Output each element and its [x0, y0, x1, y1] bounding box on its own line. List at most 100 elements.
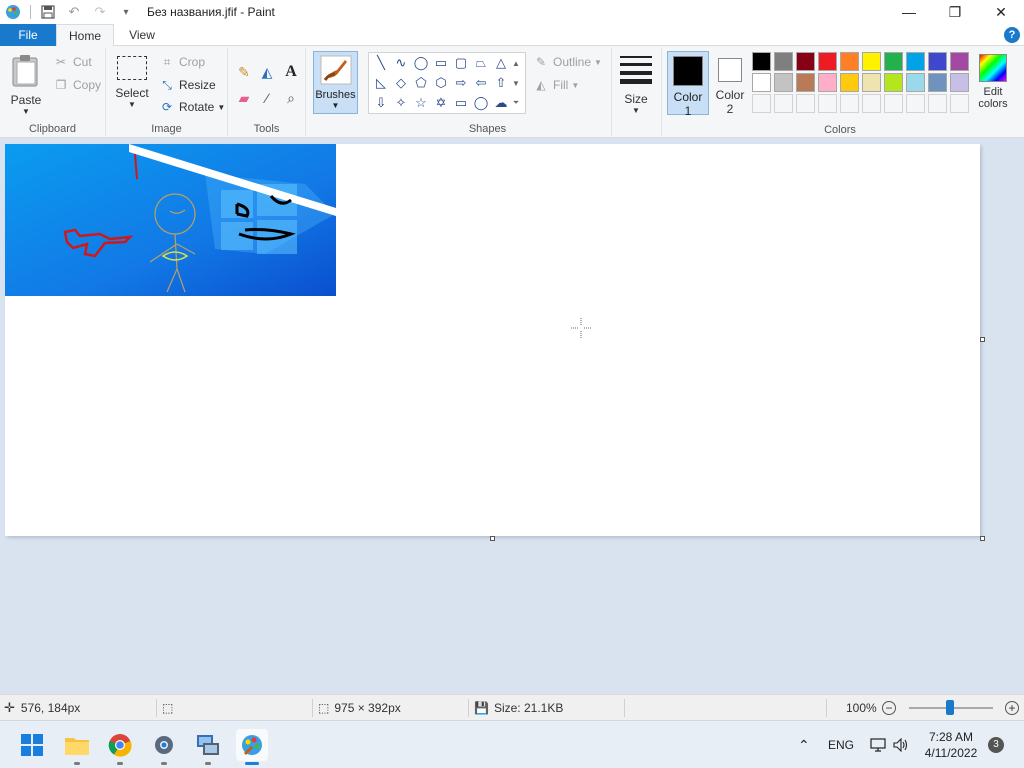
four-point-star-shape-icon[interactable]: ✧	[391, 93, 411, 113]
network-icon[interactable]	[870, 721, 886, 768]
pasted-image[interactable]	[5, 144, 336, 296]
fill-button[interactable]: ◭ Fill ▼	[532, 75, 579, 95]
magnifier-icon[interactable]: ⌕	[280, 87, 302, 109]
cloud-callout-shape-icon[interactable]: ☁	[491, 93, 511, 113]
palette-color-swatch[interactable]	[906, 73, 925, 92]
start-button[interactable]	[16, 729, 48, 761]
volume-icon[interactable]	[893, 721, 909, 768]
custom-color-slot[interactable]	[818, 94, 837, 113]
tab-view[interactable]: View	[114, 24, 170, 46]
clock[interactable]: 7:28 AM 4/11/2022	[920, 721, 982, 768]
crop-button[interactable]: ⌗ Crop	[158, 52, 205, 72]
palette-color-swatch[interactable]	[906, 52, 925, 71]
help-icon[interactable]: ?	[1004, 27, 1020, 43]
left-arrow-shape-icon[interactable]: ⇦	[471, 73, 491, 93]
color2-button[interactable]: Color 2	[712, 51, 748, 116]
paint-app-icon[interactable]	[0, 0, 26, 24]
canvas-resize-handle-right[interactable]	[980, 337, 985, 342]
palette-color-swatch[interactable]	[774, 52, 793, 71]
palette-color-swatch[interactable]	[818, 52, 837, 71]
palette-color-swatch[interactable]	[884, 52, 903, 71]
palette-color-swatch[interactable]	[840, 52, 859, 71]
customize-quick-access-icon[interactable]: ▾	[113, 0, 139, 24]
zoom-slider-thumb[interactable]	[946, 700, 954, 715]
size-button[interactable]: Size ▼	[618, 54, 654, 115]
palette-color-swatch[interactable]	[928, 52, 947, 71]
show-hidden-icons-button[interactable]: ⌃	[798, 721, 810, 768]
rotate-button[interactable]: ⟳ Rotate ▼	[158, 97, 225, 117]
undo-icon[interactable]: ↶	[61, 0, 87, 24]
chrome-taskbar-button[interactable]	[104, 729, 136, 765]
custom-color-slot[interactable]	[906, 94, 925, 113]
palette-color-swatch[interactable]	[796, 52, 815, 71]
palette-color-swatch[interactable]	[818, 73, 837, 92]
shapes-scroll-up-icon[interactable]: ▲	[509, 53, 523, 73]
shapes-more-icon[interactable]: ⏷	[509, 93, 523, 113]
triangle-shape-icon[interactable]: △	[491, 53, 511, 73]
custom-color-slot[interactable]	[752, 94, 771, 113]
zoom-in-button[interactable]: +	[1005, 701, 1019, 715]
rectangle-shape-icon[interactable]: ▭	[431, 53, 451, 73]
canvas-resize-handle-corner[interactable]	[980, 536, 985, 541]
palette-color-swatch[interactable]	[752, 52, 771, 71]
custom-color-slot[interactable]	[862, 94, 881, 113]
right-arrow-shape-icon[interactable]: ⇨	[451, 73, 471, 93]
diamond-shape-icon[interactable]: ◇	[391, 73, 411, 93]
fill-bucket-icon[interactable]: ◭	[256, 61, 278, 83]
right-triangle-shape-icon[interactable]: ◺	[371, 73, 391, 93]
remote-desktop-taskbar-button[interactable]	[192, 729, 224, 765]
six-point-star-shape-icon[interactable]: ✡	[431, 93, 451, 113]
color-picker-icon[interactable]: ⁄	[256, 87, 278, 109]
minimize-button[interactable]: —	[886, 0, 932, 24]
rounded-callout-shape-icon[interactable]: ▭	[451, 93, 471, 113]
select-button[interactable]: Select ▼	[112, 56, 152, 109]
copy-button[interactable]: ❐ Copy	[52, 75, 101, 95]
redo-icon[interactable]: ↷	[87, 0, 113, 24]
shapes-scroll-down-icon[interactable]: ▼	[509, 73, 523, 93]
palette-color-swatch[interactable]	[884, 73, 903, 92]
five-point-star-shape-icon[interactable]: ☆	[411, 93, 431, 113]
settings-taskbar-button[interactable]	[148, 729, 180, 765]
palette-color-swatch[interactable]	[796, 73, 815, 92]
oval-callout-shape-icon[interactable]: ◯	[471, 93, 491, 113]
custom-color-slot[interactable]	[840, 94, 859, 113]
palette-color-swatch[interactable]	[752, 73, 771, 92]
palette-color-swatch[interactable]	[774, 73, 793, 92]
palette-color-swatch[interactable]	[950, 73, 969, 92]
paste-button[interactable]: Paste ▼	[6, 54, 46, 116]
zoom-out-button[interactable]: −	[882, 701, 896, 715]
outline-button[interactable]: ✎ Outline ▼	[532, 52, 602, 72]
drawing-canvas[interactable]	[5, 144, 985, 541]
language-indicator[interactable]: ENG	[828, 721, 854, 768]
pentagon-shape-icon[interactable]: ⬠	[411, 73, 431, 93]
notification-center-button[interactable]: 3	[988, 721, 1004, 768]
brushes-button[interactable]: Brushes ▼	[313, 51, 358, 114]
rounded-rectangle-shape-icon[interactable]: ▢	[451, 53, 471, 73]
eraser-icon[interactable]: ▰	[233, 87, 255, 109]
polygon-shape-icon[interactable]: ⏢	[471, 53, 491, 73]
text-tool-icon[interactable]: A	[280, 61, 302, 83]
palette-color-swatch[interactable]	[862, 73, 881, 92]
tab-file[interactable]: File	[0, 24, 56, 46]
maximize-button[interactable]: ❐	[932, 0, 978, 24]
canvas-resize-handle-bottom[interactable]	[490, 536, 495, 541]
pencil-icon[interactable]: ✎	[233, 61, 255, 83]
up-arrow-shape-icon[interactable]: ⇧	[491, 73, 511, 93]
file-explorer-taskbar-button[interactable]	[61, 729, 93, 765]
palette-color-swatch[interactable]	[950, 52, 969, 71]
oval-shape-icon[interactable]: ◯	[411, 53, 431, 73]
save-icon[interactable]	[35, 0, 61, 24]
resize-button[interactable]: ⤡ Resize	[158, 75, 216, 95]
down-arrow-shape-icon[interactable]: ⇩	[371, 93, 391, 113]
curve-shape-icon[interactable]: ∿	[391, 53, 411, 73]
custom-color-slot[interactable]	[884, 94, 903, 113]
palette-color-swatch[interactable]	[840, 73, 859, 92]
hexagon-shape-icon[interactable]: ⬡	[431, 73, 451, 93]
close-button[interactable]: ✕	[978, 0, 1024, 24]
custom-color-slot[interactable]	[928, 94, 947, 113]
custom-color-slot[interactable]	[796, 94, 815, 113]
palette-color-swatch[interactable]	[928, 73, 947, 92]
paint-taskbar-button[interactable]	[236, 729, 268, 765]
tab-home[interactable]: Home	[56, 24, 114, 47]
edit-colors-button[interactable]: Edit colors	[974, 50, 1012, 110]
